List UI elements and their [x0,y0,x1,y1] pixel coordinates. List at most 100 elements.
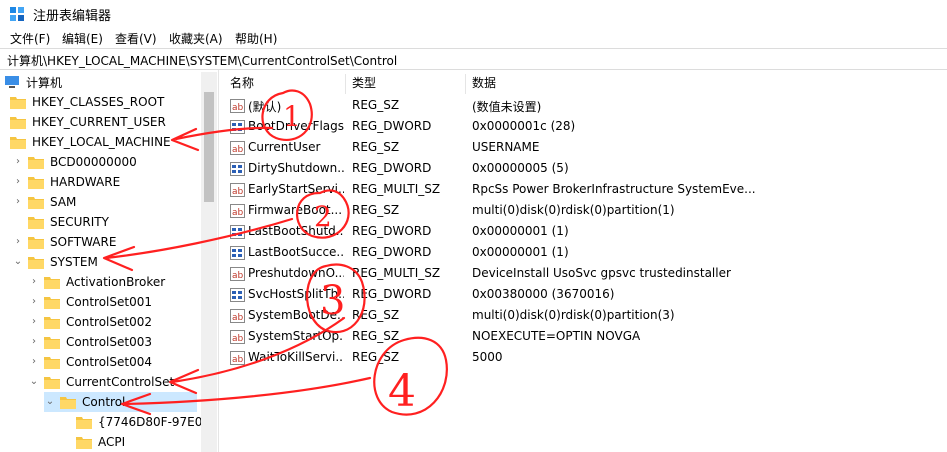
tree-node[interactable]: › SOFTWARE [12,232,116,252]
value-row[interactable]: ab PreshutdownO... REG_MULTI_SZ DeviceInsta… [224,264,947,285]
folder-open-icon [60,397,76,409]
expand-arrow-icon[interactable]: › [28,296,40,308]
svg-text:ab: ab [232,208,244,218]
value-data: 0x00000005 (5) [472,161,569,175]
folder-icon [44,317,60,329]
tree-node-label: ActivationBroker [66,275,166,289]
tree-scroll-thumb[interactable] [204,92,214,202]
tree-node[interactable]: › SAM [12,192,76,212]
tree-node[interactable]: ACPI [60,432,125,452]
value-name: CurrentUser [248,140,321,154]
value-type: REG_DWORD [352,161,432,175]
menu-edit[interactable]: 编辑(E) [62,30,103,47]
value-type: REG_DWORD [352,287,432,301]
value-row[interactable]: ab CurrentUser REG_SZ USERNAME [224,138,947,159]
binary-value-icon [230,225,245,239]
binary-value-icon [230,120,245,134]
tree-node-label: Control [82,395,126,409]
regedit-app-icon [10,7,24,21]
folder-icon [44,337,60,349]
column-header-type[interactable]: 类型 [346,74,466,94]
tree-node[interactable]: ⌄ Control [44,392,197,412]
column-header-name[interactable]: 名称 [224,74,346,94]
expand-arrow-icon[interactable]: › [28,356,40,368]
string-value-icon: ab [230,183,245,197]
tree-node-label: ControlSet003 [66,335,152,349]
value-name: (默认) [248,100,282,114]
value-data: 0x00380000 (3670016) [472,287,615,301]
value-row[interactable]: ab (默认) REG_SZ (数值未设置) [224,96,947,117]
value-data: NOEXECUTE=OPTIN NOVGA [472,329,641,343]
value-row[interactable]: ab EarlyStartServi... REG_MULTI_SZ RpcSs Po… [224,180,947,201]
string-value-icon: ab [230,99,245,113]
folder-icon [44,297,60,309]
tree-node[interactable]: › HARDWARE [12,172,120,192]
binary-value-icon [230,246,245,260]
value-row[interactable]: BootDriverFlags REG_DWORD 0x0000001c (28) [224,117,947,138]
menu-favorites[interactable]: 收藏夹(A) [169,30,223,47]
expand-arrow-icon[interactable]: › [28,316,40,328]
tree-node-label: HARDWARE [50,175,121,189]
collapse-arrow-icon[interactable]: ⌄ [12,256,24,268]
tree-node[interactable]: › ControlSet002 [28,312,152,332]
value-row[interactable]: SvcHostSplitTh... REG_DWORD 0x00380000 (36… [224,285,947,306]
expand-arrow-icon[interactable]: › [12,176,24,188]
expand-arrow-icon[interactable]: › [28,336,40,348]
tree-node[interactable]: ⌄ SYSTEM [12,252,98,272]
menu-file[interactable]: 文件(F) [10,30,50,47]
string-value-icon: ab [230,141,245,155]
tree-node[interactable]: › ControlSet004 [28,352,152,372]
tree-node[interactable]: SECURITY [12,212,109,232]
folder-icon [10,117,26,129]
expand-arrow-icon[interactable]: › [12,156,24,168]
expand-arrow-icon[interactable]: › [12,236,24,248]
tree-node[interactable]: › ControlSet003 [28,332,152,352]
value-name: LastBootShutd... [248,224,344,238]
folder-icon [76,437,92,449]
tree-node[interactable]: HKEY_LOCAL_MACHINE [10,132,171,152]
menu-help[interactable]: 帮助(H) [235,30,277,47]
tree-node[interactable]: › ControlSet001 [28,292,152,312]
address-bar[interactable]: 计算机\HKEY_LOCAL_MACHINE\SYSTEM\CurrentCon… [0,48,947,70]
value-type: REG_MULTI_SZ [352,182,441,196]
value-name: BootDriverFlags [248,119,344,133]
value-row[interactable]: ab SystemBootDe... REG_SZ multi(0)disk(0)rd… [224,306,947,327]
collapse-arrow-icon[interactable]: ⌄ [44,396,56,408]
folder-icon [28,217,44,229]
folder-icon [44,377,60,389]
value-data: 0x0000001c (28) [472,119,576,133]
tree-node[interactable]: {7746D80F-97E0-4 [60,412,214,432]
tree-node[interactable]: › ActivationBroker [28,272,165,292]
tree-node[interactable]: › BCD00000000 [12,152,137,172]
address-path[interactable]: 计算机\HKEY_LOCAL_MACHINE\SYSTEM\CurrentCon… [7,52,397,69]
value-row[interactable]: LastBootSucce... REG_DWORD 0x00000001 (1) [224,243,947,264]
tree-node[interactable]: 计算机 [4,72,62,92]
value-row[interactable]: ab FirmwareBoot... REG_SZ multi(0)disk(0)rd… [224,201,947,222]
value-type: REG_SZ [352,329,400,343]
tree-node-label: HKEY_CLASSES_ROOT [32,95,165,109]
expand-arrow-icon[interactable]: › [12,196,24,208]
tree-scrollbar[interactable] [201,72,217,452]
value-row[interactable]: ab SystemStartOp... REG_SZ NOEXECUTE=OPTIN… [224,327,947,348]
folder-icon [28,257,44,269]
folder-icon [76,417,92,429]
value-row[interactable]: ab WaitToKillServi... REG_SZ 5000 [224,348,947,369]
menu-view[interactable]: 查看(V) [115,30,157,47]
tree-node[interactable]: ⌄ CurrentControlSet [28,372,174,392]
value-name: SystemStartOp... [248,329,344,343]
value-data: multi(0)disk(0)rdisk(0)partition(3) [472,308,675,322]
collapse-arrow-icon[interactable]: ⌄ [28,376,40,388]
svg-text:ab: ab [232,187,244,197]
expand-arrow-icon[interactable]: › [28,276,40,288]
column-header-data[interactable]: 数据 [466,74,947,94]
value-row[interactable]: DirtyShutdown... REG_DWORD 0x00000005 (5) [224,159,947,180]
pane-splitter[interactable] [218,70,223,452]
string-value-icon: ab [230,330,245,344]
value-type: REG_SZ [352,308,400,322]
tree-node-label: 计算机 [26,75,63,90]
tree-node-label: HKEY_CURRENT_USER [32,115,166,129]
value-row[interactable]: LastBootShutd... REG_DWORD 0x00000001 (1) [224,222,947,243]
tree-node-label: ControlSet004 [66,355,152,369]
tree-node[interactable]: HKEY_CURRENT_USER [10,112,166,132]
tree-node[interactable]: HKEY_CLASSES_ROOT [10,92,164,112]
